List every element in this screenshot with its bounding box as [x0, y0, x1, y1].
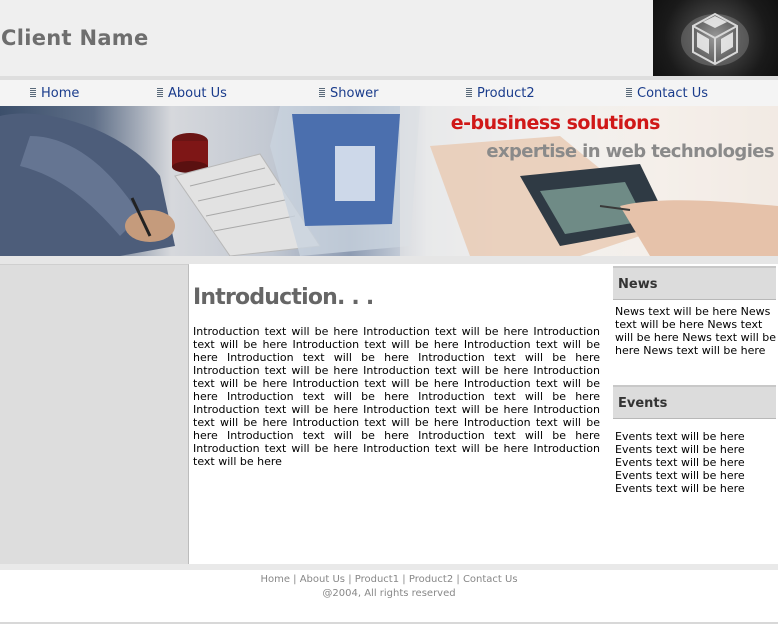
events-item: Events text will be here: [615, 456, 745, 469]
footer-separator: |: [348, 574, 352, 585]
news-heading-box: News: [613, 266, 776, 300]
news-heading: News: [618, 277, 658, 292]
footer-link-product1[interactable]: Product1: [355, 574, 399, 585]
footer-copyright: @2004, All rights reserved: [322, 588, 456, 599]
footer-divider: [0, 564, 778, 570]
hero-banner-image: e-business solutions expertise in web te…: [0, 106, 778, 256]
nav-bullet-icon: [157, 88, 163, 97]
nav-bullet-icon: [30, 88, 36, 97]
nav-link-label: Contact Us: [637, 86, 708, 101]
events-heading: Events: [618, 396, 668, 411]
nav-link-label: Product2: [477, 86, 535, 101]
news-text: News text will be here News text will be…: [615, 305, 777, 357]
nav-link-label: Shower: [330, 86, 379, 101]
footer-separator: |: [456, 574, 460, 585]
nav-link-product2[interactable]: Product2: [466, 86, 535, 101]
nav-link-about-us[interactable]: About Us: [157, 86, 227, 101]
banner-headline: e-business solutions: [450, 112, 661, 134]
footer-link-about-us[interactable]: About Us: [300, 574, 345, 585]
nav-bullet-icon: [466, 88, 472, 97]
nav-bullet-icon: [319, 88, 325, 97]
section-divider: [0, 256, 778, 264]
footer-link-contact-us[interactable]: Contact Us: [463, 574, 518, 585]
events-item: Events text will be here: [615, 443, 745, 456]
cube-logo-image: [653, 0, 778, 76]
header: Client Name: [0, 0, 778, 76]
client-name-logo-text: Client Name: [1, 26, 149, 50]
footer-link-home[interactable]: Home: [260, 574, 290, 585]
nav-link-label: About Us: [168, 86, 227, 101]
cube-logo-icon: [681, 12, 749, 66]
events-heading-box: Events: [613, 385, 776, 419]
nav-link-shower[interactable]: Shower: [319, 86, 378, 101]
footer-nav: Home | About Us | Product1 | Product2 | …: [0, 574, 778, 585]
intro-paragraph: Introduction text will be here Introduct…: [193, 325, 600, 468]
events-item: Events text will be here: [615, 482, 745, 495]
nav-bullet-icon: [626, 88, 632, 97]
top-nav-bar: Home About Us Shower Product2 Contact Us: [0, 76, 778, 106]
events-list: Events text will be here Events text wil…: [615, 430, 777, 495]
intro-heading: Introduction. . .: [193, 285, 374, 310]
footer-separator: |: [402, 574, 406, 585]
banner-tagline: expertise in web technologies: [486, 141, 774, 162]
events-item: Events text will be here: [615, 430, 745, 443]
nav-link-contact-us[interactable]: Contact Us: [626, 86, 708, 101]
footer-separator: |: [293, 574, 297, 585]
nav-link-label: Home: [41, 86, 80, 101]
footer-link-product2[interactable]: Product2: [409, 574, 453, 585]
banner-photo-collage: [0, 106, 778, 256]
nav-link-home[interactable]: Home: [30, 86, 79, 101]
left-sidebar-panel: [0, 264, 189, 566]
events-item: Events text will be here: [615, 469, 745, 482]
